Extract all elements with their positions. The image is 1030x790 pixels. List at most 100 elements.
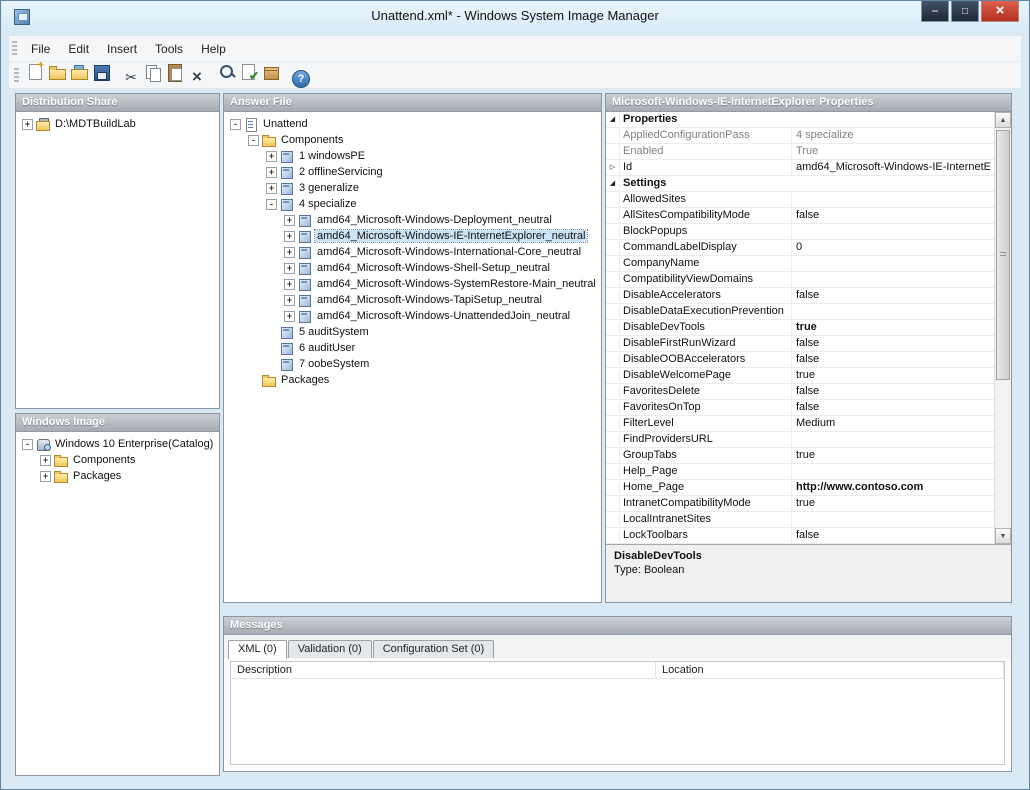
property-value[interactable]: 0 <box>792 240 994 255</box>
scroll-down-icon[interactable]: ▼ <box>995 528 1011 544</box>
property-row-allsitescompatibilitymode[interactable]: AllSitesCompatibilityModefalse <box>606 208 994 224</box>
property-value[interactable] <box>792 304 994 319</box>
tree-toggle-collapse-icon[interactable]: - <box>230 119 241 130</box>
menu-edit[interactable]: Edit <box>59 39 98 59</box>
property-row-localintranetsites[interactable]: LocalIntranetSites <box>606 512 994 528</box>
tree-item-7-oobesystem[interactable]: 7 oobeSystem <box>224 356 601 372</box>
tree-item-4-specialize[interactable]: -4 specialize <box>224 196 601 212</box>
tree-toggle-expand-icon[interactable]: + <box>284 263 295 274</box>
property-value[interactable]: http://www.contoso.com <box>792 480 994 495</box>
tree-toggle-expand-icon[interactable]: + <box>266 167 277 178</box>
tab-configuration-set-0[interactable]: Configuration Set (0) <box>373 640 495 658</box>
tree-toggle-expand-icon[interactable]: + <box>266 183 277 194</box>
tree-toggle-expand-icon[interactable]: + <box>284 215 295 226</box>
property-value[interactable] <box>792 272 994 287</box>
tree-item-amd64-microsoft-windows-ie-internetexplorer-neut[interactable]: +amd64_Microsoft-Windows-IE-InternetExpl… <box>224 228 601 244</box>
tree-toggle-expand-icon[interactable]: + <box>284 231 295 242</box>
cut-icon[interactable] <box>121 68 141 88</box>
tree-toggle-expand-icon[interactable]: + <box>266 151 277 162</box>
property-value[interactable]: true <box>792 320 994 335</box>
property-value[interactable]: true <box>792 368 994 383</box>
property-row-disabledataexecutionprevention[interactable]: DisableDataExecutionPrevention <box>606 304 994 320</box>
menu-tools[interactable]: Tools <box>146 39 192 59</box>
properties-scrollbar[interactable]: ▲ ▼ <box>994 112 1011 544</box>
tree-toggle-collapse-icon[interactable]: - <box>248 135 259 146</box>
tree-item-unattend[interactable]: -Unattend <box>224 116 601 132</box>
tree-item-d-mdtbuildlab[interactable]: +D:\MDTBuildLab <box>16 116 219 132</box>
close-button[interactable]: × <box>981 1 1019 22</box>
property-value[interactable]: false <box>792 336 994 351</box>
property-row-favoritesontop[interactable]: FavoritesOnTopfalse <box>606 400 994 416</box>
tree-toggle-expand-icon[interactable]: + <box>284 295 295 306</box>
tree-item-components[interactable]: +Components <box>16 452 219 468</box>
property-row-companyname[interactable]: CompanyName <box>606 256 994 272</box>
property-section-properties[interactable]: ◢Properties <box>606 112 994 128</box>
tree-toggle-expand-icon[interactable]: + <box>284 279 295 290</box>
paste-icon[interactable] <box>165 62 185 82</box>
property-value[interactable]: True <box>792 144 994 159</box>
copy-icon[interactable] <box>143 62 163 82</box>
find-icon[interactable] <box>217 62 237 82</box>
tree-item-amd64-microsoft-windows-unattendedjoin-neutral[interactable]: +amd64_Microsoft-Windows-UnattendedJoin_… <box>224 308 601 324</box>
tree-item-amd64-microsoft-windows-international-core-neutr[interactable]: +amd64_Microsoft-Windows-International-C… <box>224 244 601 260</box>
property-value[interactable] <box>792 192 994 207</box>
validate-answer-file-icon[interactable] <box>239 62 259 82</box>
tree-item-6-audituser[interactable]: 6 auditUser <box>224 340 601 356</box>
tree-toggle-expand-icon[interactable]: + <box>40 455 51 466</box>
property-row-compatibilityviewdomains[interactable]: CompatibilityViewDomains <box>606 272 994 288</box>
row-expand-icon[interactable]: ▷ <box>606 160 620 175</box>
tree-toggle-expand-icon[interactable]: + <box>22 119 33 130</box>
menu-insert[interactable]: Insert <box>98 39 146 59</box>
open-windows-image-icon[interactable] <box>69 62 89 82</box>
property-row-findprovidersurl[interactable]: FindProvidersURL <box>606 432 994 448</box>
property-value[interactable] <box>792 256 994 271</box>
property-row-disableoobaccelerators[interactable]: DisableOOBAcceleratorsfalse <box>606 352 994 368</box>
property-value[interactable]: 4 specialize <box>792 128 994 143</box>
property-row-blockpopups[interactable]: BlockPopups <box>606 224 994 240</box>
delete-icon[interactable] <box>187 67 207 87</box>
tree-item-windows-10-enterprise-catalog[interactable]: -Windows 10 Enterprise(Catalog) <box>16 436 219 452</box>
tree-item-3-generalize[interactable]: +3 generalize <box>224 180 601 196</box>
minimize-button[interactable]: − <box>921 1 949 22</box>
tree-item-packages[interactable]: +Packages <box>16 468 219 484</box>
scrollbar-thumb[interactable] <box>996 130 1010 380</box>
property-row-disablefirstrunwizard[interactable]: DisableFirstRunWizardfalse <box>606 336 994 352</box>
tree-item-components[interactable]: -Components <box>224 132 601 148</box>
property-row-intranetcompatibilitymode[interactable]: IntranetCompatibilityModetrue <box>606 496 994 512</box>
property-value[interactable]: amd64_Microsoft-Windows-IE-InternetE <box>792 160 994 175</box>
property-row-disablewelcomepage[interactable]: DisableWelcomePagetrue <box>606 368 994 384</box>
menu-file[interactable]: File <box>22 39 59 59</box>
tree-item-5-auditsystem[interactable]: 5 auditSystem <box>224 324 601 340</box>
create-configuration-set-icon[interactable] <box>261 62 281 82</box>
tree-item-amd64-microsoft-windows-tapisetup-neutral[interactable]: +amd64_Microsoft-Windows-TapiSetup_neutr… <box>224 292 601 308</box>
property-value[interactable]: false <box>792 400 994 415</box>
property-row-disabledevtools[interactable]: DisableDevToolstrue <box>606 320 994 336</box>
tab-xml-0[interactable]: XML (0) <box>228 640 287 659</box>
help-icon[interactable] <box>291 69 311 89</box>
app-icon[interactable] <box>14 9 30 25</box>
property-row-enabled[interactable]: EnabledTrue <box>606 144 994 160</box>
property-row-filterlevel[interactable]: FilterLevelMedium <box>606 416 994 432</box>
property-row-help-page[interactable]: Help_Page <box>606 464 994 480</box>
property-section-settings[interactable]: ◢Settings <box>606 176 994 192</box>
section-collapse-icon[interactable]: ◢ <box>606 176 620 191</box>
tree-item-amd64-microsoft-windows-deployment-neutral[interactable]: +amd64_Microsoft-Windows-Deployment_neut… <box>224 212 601 228</box>
menu-help[interactable]: Help <box>192 39 235 59</box>
scroll-up-icon[interactable]: ▲ <box>995 112 1011 128</box>
maximize-button[interactable]: □ <box>951 1 979 22</box>
property-row-appliedconfigurationpass[interactable]: AppliedConfigurationPass4 specialize <box>606 128 994 144</box>
open-answer-file-icon[interactable] <box>47 62 67 82</box>
tree-item-2-offlineservicing[interactable]: +2 offlineServicing <box>224 164 601 180</box>
property-value[interactable] <box>792 512 994 527</box>
property-value[interactable]: false <box>792 384 994 399</box>
property-value[interactable]: false <box>792 352 994 367</box>
tree-item-packages[interactable]: Packages <box>224 372 601 388</box>
property-value[interactable]: true <box>792 496 994 511</box>
property-value[interactable]: true <box>792 448 994 463</box>
save-answer-file-icon[interactable] <box>91 62 111 82</box>
property-value[interactable]: false <box>792 208 994 223</box>
tree-toggle-expand-icon[interactable]: + <box>284 247 295 258</box>
property-value[interactable]: false <box>792 288 994 303</box>
property-row-id[interactable]: ▷Idamd64_Microsoft-Windows-IE-InternetE <box>606 160 994 176</box>
tab-validation-0[interactable]: Validation (0) <box>288 640 372 658</box>
